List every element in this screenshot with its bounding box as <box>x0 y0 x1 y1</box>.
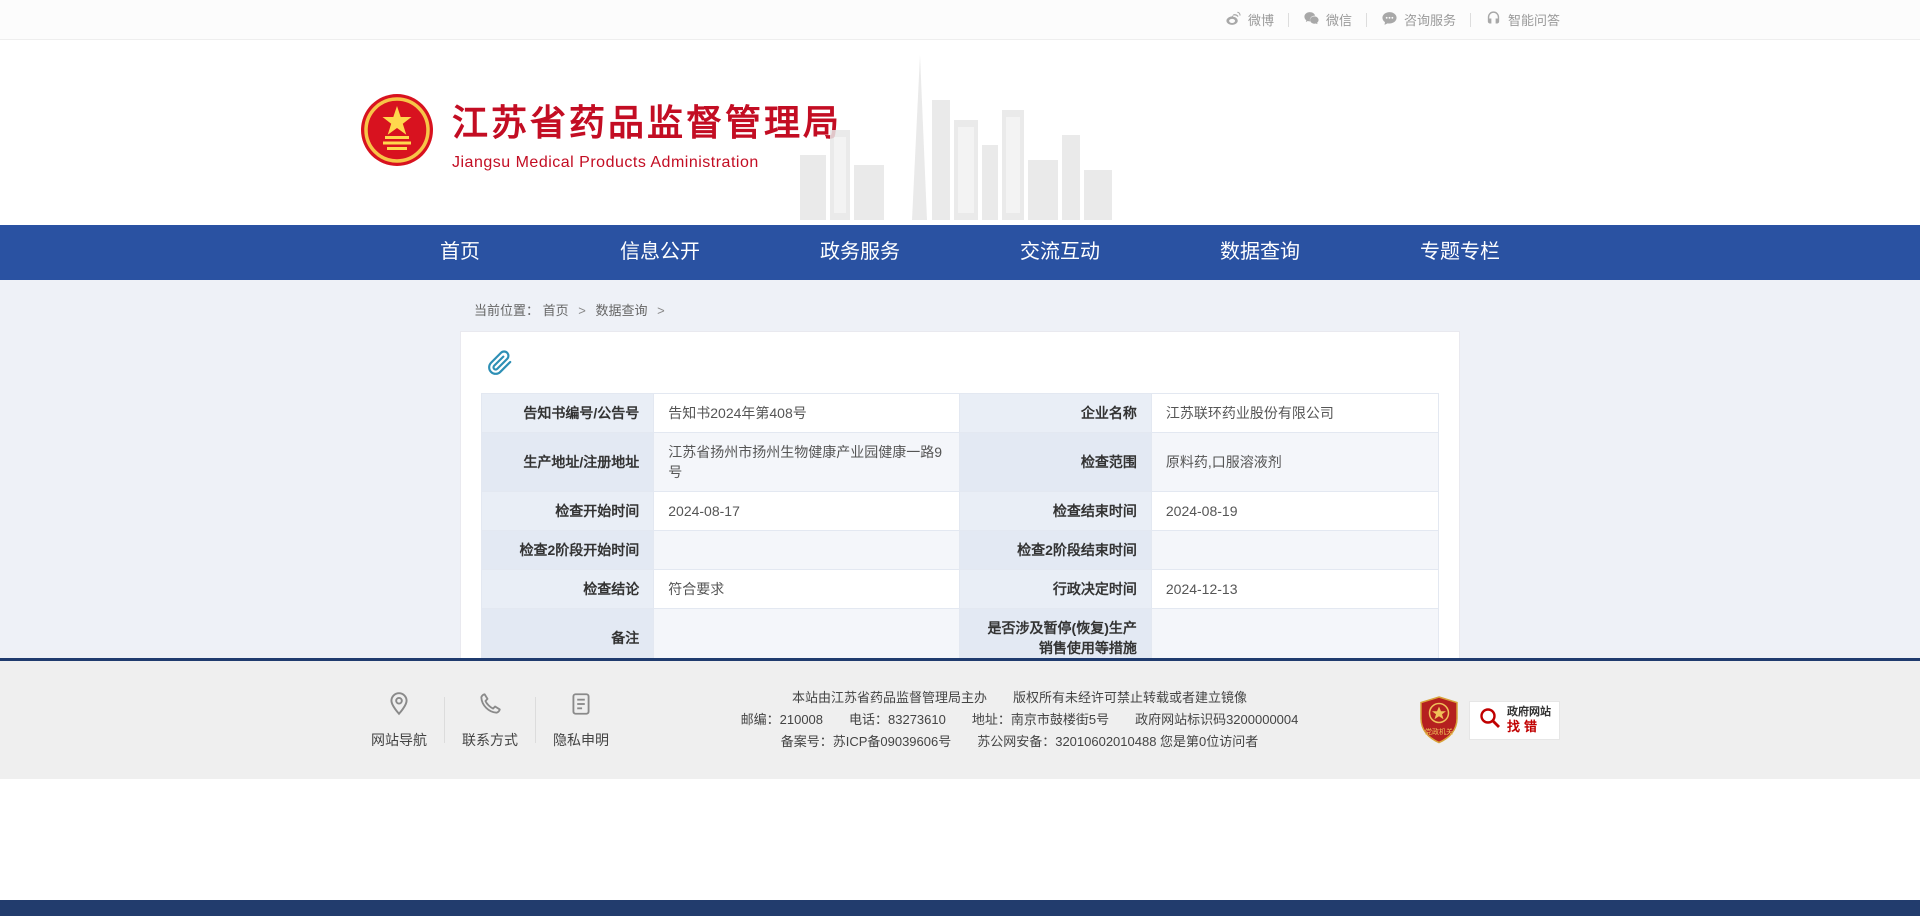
field-label: 检查范围 <box>960 433 1151 492</box>
field-label: 企业名称 <box>960 394 1151 433</box>
site-header: 江苏省药品监督管理局 Jiangsu Medical Products Admi… <box>0 40 1920 225</box>
field-label: 备注 <box>482 609 654 659</box>
consult-service-icon <box>1381 10 1398 30</box>
site-title: 江苏省药品监督管理局 <box>452 94 842 146</box>
topbar-item-label: 微博 <box>1248 10 1274 29</box>
footer-link-privacy[interactable]: 隐私申明 <box>542 691 620 750</box>
map-pin-icon <box>386 704 412 721</box>
footer-link-site-map[interactable]: 网站导航 <box>360 691 438 750</box>
phone-icon <box>477 704 503 721</box>
badge-text-top: 政府网站 <box>1507 706 1551 719</box>
field-value: 原料药,口服溶液剂 <box>1151 433 1438 492</box>
inspection-detail-card: 告知书编号/公告号 告知书2024年第408号 企业名称 江苏联环药业股份有限公… <box>460 331 1460 658</box>
nav-item-special-topics[interactable]: 专题专栏 <box>1360 225 1560 280</box>
field-value: 2024-08-17 <box>654 492 960 531</box>
nav-item-gov-services[interactable]: 政务服务 <box>760 225 960 280</box>
breadcrumb-separator: > <box>657 303 665 318</box>
table-row: 生产地址/注册地址 江苏省扬州市扬州生物健康产业园健康一路9号 检查范围 原料药… <box>482 433 1439 492</box>
divider <box>1288 13 1289 27</box>
gov-site-error-report-badge[interactable]: 政府网站 找错 <box>1469 701 1560 740</box>
breadcrumb: 当前位置： 首页 > 数据查询 > <box>474 300 1460 319</box>
field-label: 是否涉及暂停(恢复)生产销售使用等措施 <box>960 609 1151 659</box>
topbar-item-weibo[interactable]: 微博 <box>1225 10 1274 30</box>
footer: 网站导航 联系方式 隐私申明 本站由江苏省药品监督管理局主办 版权所有未经许可禁… <box>0 661 1920 779</box>
footer-link-label: 隐私申明 <box>542 730 620 750</box>
field-label: 行政决定时间 <box>960 570 1151 609</box>
weibo-icon <box>1225 10 1242 30</box>
badge-text-bottom: 找错 <box>1507 719 1551 734</box>
nav-item-info-disclosure[interactable]: 信息公开 <box>560 225 760 280</box>
topbar-item-smart-qa[interactable]: 智能问答 <box>1485 10 1560 30</box>
paperclip-icon <box>487 350 1439 381</box>
topbar-item-label: 咨询服务 <box>1404 10 1456 29</box>
inspection-detail-table: 告知书编号/公告号 告知书2024年第408号 企业名称 江苏联环药业股份有限公… <box>481 393 1439 658</box>
field-value: 符合要求 <box>654 570 960 609</box>
field-value: 告知书2024年第408号 <box>654 394 960 433</box>
bottom-spacer <box>0 779 1920 900</box>
field-value <box>1151 531 1438 570</box>
field-label: 检查结束时间 <box>960 492 1151 531</box>
field-value <box>1151 609 1438 659</box>
topbar-item-wechat[interactable]: 微信 <box>1303 10 1352 30</box>
party-gov-badge-label: 党政机关 <box>1419 727 1459 737</box>
divider <box>1470 13 1471 27</box>
footer-line-icp: 备案号：苏ICP备09039606号 苏公网安备：32010602010488 … <box>620 731 1419 753</box>
field-value: 江苏联环药业股份有限公司 <box>1151 394 1438 433</box>
smart-qa-icon <box>1485 10 1502 30</box>
footer-info: 本站由江苏省药品监督管理局主办 版权所有未经许可禁止转载或者建立镜像 邮编：21… <box>620 687 1419 753</box>
site-title-block[interactable]: 江苏省药品监督管理局 Jiangsu Medical Products Admi… <box>452 94 842 172</box>
document-icon <box>568 704 594 721</box>
footer-link-contact[interactable]: 联系方式 <box>451 691 529 750</box>
national-emblem-logo[interactable] <box>360 93 434 172</box>
bottom-bar <box>0 900 1920 916</box>
table-row: 备注 是否涉及暂停(恢复)生产销售使用等措施 <box>482 609 1439 659</box>
magnifier-icon <box>1478 706 1502 735</box>
city-skyline-decoration <box>800 55 1130 225</box>
main-nav: 首页 信息公开 政务服务 交流互动 数据查询 专题专栏 <box>0 225 1920 280</box>
footer-link-label: 联系方式 <box>451 730 529 750</box>
field-value: 2024-12-13 <box>1151 570 1438 609</box>
nav-item-interaction[interactable]: 交流互动 <box>960 225 1160 280</box>
topbar: 微博 微信 咨询服务 智能问答 <box>0 0 1920 40</box>
field-label: 检查开始时间 <box>482 492 654 531</box>
field-value: 2024-08-19 <box>1151 492 1438 531</box>
site-subtitle: Jiangsu Medical Products Administration <box>452 154 842 172</box>
nav-item-home[interactable]: 首页 <box>360 225 560 280</box>
table-row: 告知书编号/公告号 告知书2024年第408号 企业名称 江苏联环药业股份有限公… <box>482 394 1439 433</box>
nav-item-data-query[interactable]: 数据查询 <box>1160 225 1360 280</box>
divider <box>535 697 536 743</box>
topbar-item-label: 微信 <box>1326 10 1352 29</box>
table-row: 检查结论 符合要求 行政决定时间 2024-12-13 <box>482 570 1439 609</box>
field-value: 江苏省扬州市扬州生物健康产业园健康一路9号 <box>654 433 960 492</box>
divider <box>444 697 445 743</box>
topbar-item-consult-service[interactable]: 咨询服务 <box>1381 10 1456 30</box>
topbar-item-label: 智能问答 <box>1508 10 1560 29</box>
field-value <box>654 609 960 659</box>
breadcrumb-prefix: 当前位置： <box>474 303 539 318</box>
footer-line-host: 本站由江苏省药品监督管理局主办 版权所有未经许可禁止转载或者建立镜像 <box>620 687 1419 709</box>
footer-link-label: 网站导航 <box>360 730 438 750</box>
table-row: 检查开始时间 2024-08-17 检查结束时间 2024-08-19 <box>482 492 1439 531</box>
table-row: 检查2阶段开始时间 检查2阶段结束时间 <box>482 531 1439 570</box>
field-label: 检查2阶段开始时间 <box>482 531 654 570</box>
party-gov-badge[interactable]: 党政机关 <box>1419 696 1459 744</box>
field-value <box>654 531 960 570</box>
field-label: 告知书编号/公告号 <box>482 394 654 433</box>
breadcrumb-link-data-query[interactable]: 数据查询 <box>596 303 648 318</box>
breadcrumb-link-home[interactable]: 首页 <box>543 303 569 318</box>
wechat-icon <box>1303 10 1320 30</box>
footer-line-contact: 邮编：210008 电话：83273610 地址：南京市鼓楼街5号 政府网站标识… <box>620 709 1419 731</box>
breadcrumb-separator: > <box>578 303 586 318</box>
field-label: 检查2阶段结束时间 <box>960 531 1151 570</box>
field-label: 检查结论 <box>482 570 654 609</box>
content-area: 当前位置： 首页 > 数据查询 > 告知书编号/公告号 告知书2024年第408… <box>0 280 1920 658</box>
field-label: 生产地址/注册地址 <box>482 433 654 492</box>
divider <box>1366 13 1367 27</box>
